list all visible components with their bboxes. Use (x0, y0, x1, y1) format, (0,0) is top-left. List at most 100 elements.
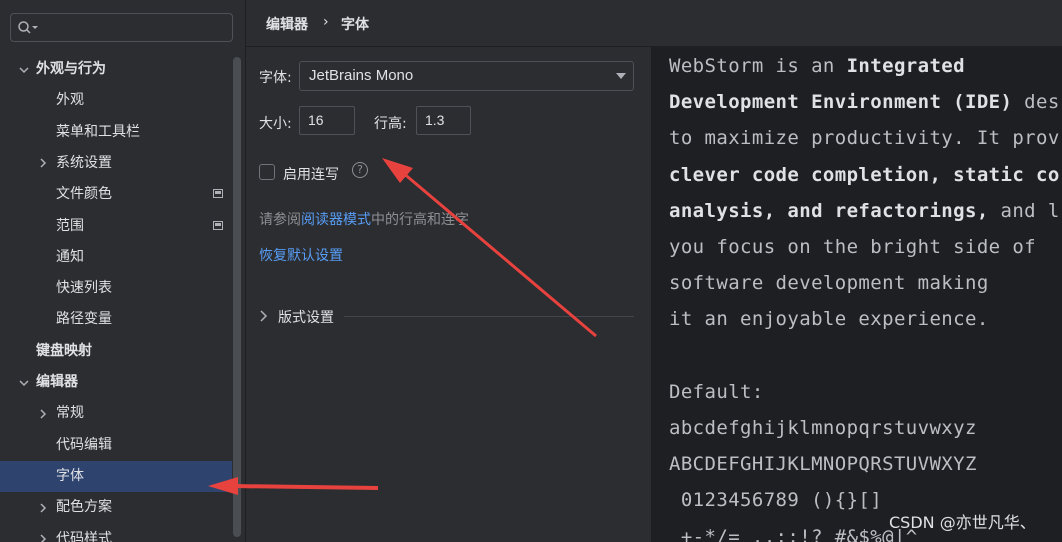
preview-text: des (1012, 91, 1060, 114)
chevron-down-icon[interactable] (17, 367, 31, 398)
reader-mode-link[interactable]: 阅读器模式 (301, 212, 371, 228)
sidebar-item-label: 代码编辑 (56, 436, 112, 453)
reader-mode-hint: 请参阅阅读器模式中的行高和连字 (259, 209, 469, 229)
sidebar-item-label: 系统设置 (56, 154, 112, 171)
font-size-value: 16 (308, 112, 324, 128)
preview-line: abcdefghijklmnopqrstuvwxyz (669, 417, 977, 439)
settings-sidebar: 外观与行为外观菜单和工具栏 系统设置文件颜色范围通知快速列表路径变量键盘映射编辑器… (0, 0, 246, 542)
sidebar-item[interactable]: 键盘映射 (0, 336, 232, 367)
preview-line: software development making (669, 272, 989, 294)
preview-text: Default: (669, 380, 764, 403)
hint-suffix: 中的行高和连字 (371, 212, 469, 228)
ligatures-checkbox[interactable] (259, 164, 275, 180)
preview-bold-text: clever code completion, static co (669, 163, 1060, 186)
watermark-text: CSDN @亦世凡华、 (889, 513, 1036, 532)
section-divider (344, 316, 634, 317)
sidebar-item-label: 快速列表 (56, 280, 112, 297)
line-height-label: 行高: (374, 116, 407, 132)
sidebar-item-label: 常规 (56, 405, 84, 422)
preview-line: it an enjoyable experience. (669, 308, 989, 330)
preview-bold-text: Integrated (846, 55, 965, 77)
search-input[interactable] (45, 17, 229, 40)
size-label: 大小: (259, 116, 292, 132)
breadcrumb-parent[interactable]: 编辑器 (266, 14, 308, 34)
sidebar-item[interactable]: 编辑器 (0, 367, 232, 398)
font-family-dropdown[interactable]: JetBrains Mono (299, 61, 634, 91)
breadcrumb-separator: › (323, 14, 329, 30)
typography-label: 版式设置 (278, 310, 334, 326)
preview-bold-text: analysis, and refactorings, (669, 199, 989, 222)
sidebar-item-label: 键盘映射 (36, 342, 92, 359)
sidebar-scrollbar[interactable] (233, 57, 241, 537)
preview-line: +-*/= .,;:!? #&$%@|^ (669, 526, 918, 542)
sidebar-item-label: 字体 (56, 467, 84, 484)
chevron-right-icon[interactable] (36, 492, 50, 523)
preview-line: you focus on the bright side of (669, 236, 1036, 258)
preview-line: Default: (669, 381, 764, 403)
preview-text: +-*/= .,;:!? #&$%@|^ (669, 525, 918, 542)
chevron-right-icon[interactable] (36, 524, 50, 542)
preview-text: and l (988, 199, 1060, 222)
preview-text: software development making (669, 272, 989, 295)
breadcrumb-current: 字体 (341, 17, 369, 33)
typography-section-toggle[interactable]: 版式设置 (258, 305, 348, 327)
preview-text: to maximize productivity. It prov (669, 127, 1060, 150)
line-height-field[interactable]: 1.3 (416, 106, 471, 135)
sidebar-item[interactable]: 代码样式 (0, 524, 232, 542)
preview-line: clever code completion, static co (669, 164, 1060, 186)
preview-line: 0123456789 (){}[] (669, 489, 882, 511)
sidebar-item[interactable]: 系统设置 (0, 148, 232, 179)
help-icon[interactable]: ? (352, 162, 368, 178)
line-height-value: 1.3 (425, 112, 445, 128)
preview-line: ABCDEFGHIJKLMNOPQRSTUVWXYZ (669, 453, 977, 475)
sidebar-item[interactable]: 外观 (0, 85, 232, 116)
font-size-field[interactable]: 16 (299, 106, 355, 135)
preview-line: Development Environment (IDE) des (669, 91, 1060, 113)
sidebar-item-label: 外观 (56, 92, 84, 109)
breadcrumb: 编辑器 › 字体 (246, 0, 1062, 47)
preview-text: abcdefghijklmnopqrstuvwxyz (669, 417, 977, 439)
preview-line: WebStorm is an Integrated (669, 55, 965, 77)
preview-text: you focus on the bright side of (669, 236, 1037, 258)
ligatures-label[interactable]: 启用连写 (283, 164, 339, 184)
sidebar-item-label: 通知 (56, 248, 84, 265)
project-level-icon (213, 220, 223, 230)
font-settings-panel: 字体: JetBrains Mono 大小: 16 行高: 1.3 启用连写 ?… (246, 47, 650, 542)
sidebar-item[interactable]: 快速列表 (0, 273, 232, 304)
sidebar-item-label: 路径变量 (56, 311, 112, 328)
settings-search-box[interactable] (10, 13, 233, 42)
sidebar-item-label: 编辑器 (36, 374, 78, 390)
sidebar-item[interactable]: 常规 (0, 398, 232, 429)
restore-defaults-link[interactable]: 恢复默认设置 (259, 245, 343, 265)
sidebar-item[interactable]: 文件颜色 (0, 179, 232, 210)
preview-bold-text: Development Environment (IDE) (669, 91, 1013, 114)
preview-text: ABCDEFGHIJKLMNOPQRSTUVWXYZ (669, 453, 977, 476)
sidebar-item[interactable]: 菜单和工具栏 (0, 117, 232, 148)
search-icon (18, 21, 38, 34)
font-label: 字体: (259, 70, 292, 86)
preview-line: to maximize productivity. It prov (669, 127, 1060, 149)
sidebar-item[interactable]: 范围 (0, 211, 232, 242)
preview-text: WebStorm is an (669, 55, 847, 77)
font-preview-editor[interactable]: WebStorm is an Integrated Development Env… (651, 47, 1062, 542)
sidebar-item[interactable]: 外观与行为 (0, 54, 232, 85)
preview-text: it an enjoyable experience. (669, 308, 989, 331)
project-level-icon (213, 189, 223, 199)
sidebar-item-label: 外观与行为 (36, 61, 106, 77)
chevron-down-icon[interactable] (17, 54, 31, 85)
chevron-down-icon (616, 73, 626, 79)
font-family-value: JetBrains Mono (309, 67, 414, 84)
preview-line: analysis, and refactorings, and l (669, 200, 1060, 222)
hint-prefix: 请参阅 (259, 212, 301, 228)
sidebar-item[interactable]: 代码编辑 (0, 430, 232, 461)
sidebar-item[interactable]: 配色方案 (0, 492, 232, 523)
chevron-right-icon[interactable] (36, 398, 50, 429)
sidebar-item[interactable]: 通知 (0, 242, 232, 273)
sidebar-item-label: 菜单和工具栏 (56, 123, 140, 140)
sidebar-item[interactable]: 路径变量 (0, 304, 232, 335)
sidebar-item-label: 范围 (56, 217, 84, 234)
chevron-right-icon (260, 310, 268, 322)
chevron-right-icon[interactable] (36, 148, 50, 179)
preview-text: 0123456789 (){}[] (669, 489, 883, 512)
sidebar-item[interactable]: 字体 (0, 460, 232, 492)
